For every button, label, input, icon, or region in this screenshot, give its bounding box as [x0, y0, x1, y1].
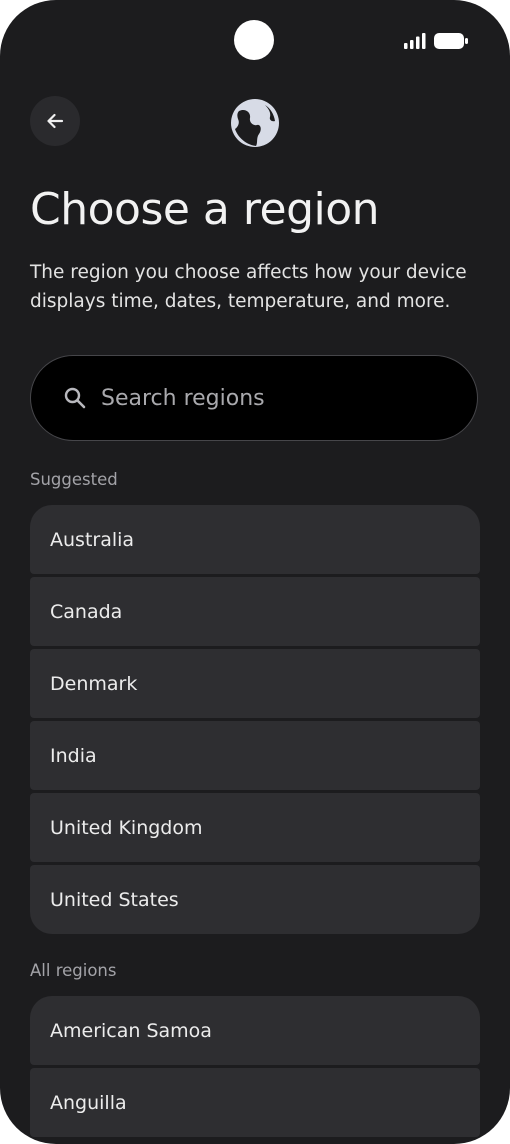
arrow-back-icon [47, 113, 64, 129]
battery-icon [434, 33, 468, 49]
region-list-item[interactable]: United States [30, 865, 480, 934]
region-list-item[interactable]: American Samoa [30, 996, 480, 1065]
region-list-item[interactable]: India [30, 721, 480, 790]
search-icon [64, 387, 86, 409]
status-bar [404, 33, 468, 49]
phone-screen: Choose a region The region you choose af… [0, 0, 510, 1144]
all-regions-list: American Samoa Anguilla [30, 996, 480, 1137]
region-list-item[interactable]: Australia [30, 505, 480, 574]
all-regions-section-label: All regions [30, 961, 117, 980]
search-placeholder: Search regions [101, 385, 265, 411]
page-title: Choose a region [30, 184, 380, 235]
page-description: The region you choose affects how your d… [30, 262, 467, 312]
region-list-item[interactable]: Denmark [30, 649, 480, 718]
back-button[interactable] [30, 96, 80, 146]
camera-cutout [234, 20, 274, 60]
signal-bars-icon [404, 33, 426, 49]
suggested-section-label: Suggested [30, 470, 118, 489]
suggested-region-list: Australia Canada Denmark India United Ki… [30, 505, 480, 934]
region-list-item[interactable]: Canada [30, 577, 480, 646]
region-list-item[interactable]: Anguilla [30, 1068, 480, 1137]
search-input[interactable]: Search regions [30, 355, 478, 441]
region-list-item[interactable]: United Kingdom [30, 793, 480, 862]
globe-icon [231, 99, 279, 147]
